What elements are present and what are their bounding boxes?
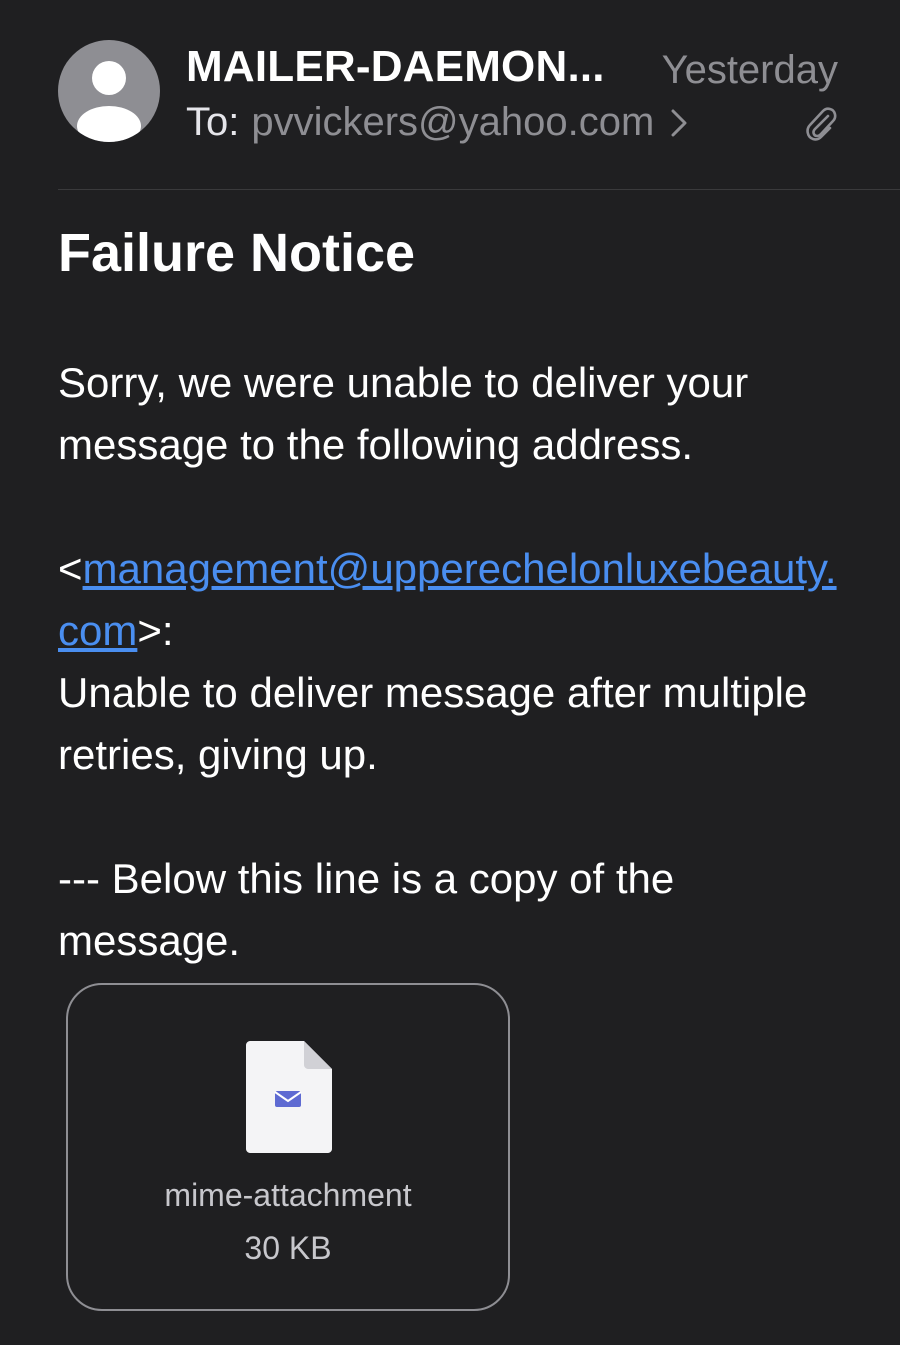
email-file-icon [246, 1041, 332, 1153]
bracket-open: < [58, 545, 83, 592]
to-label: To: [186, 100, 240, 144]
sender-name[interactable]: MAILER-DAEMON... [186, 42, 605, 92]
bracket-close: >: [137, 607, 174, 654]
body-paragraph: Unable to deliver message after multiple… [58, 669, 808, 778]
failed-address-link[interactable]: management@upperechelonluxebeauty.com [58, 545, 837, 654]
failed-address-line: <management@upperechelonluxebeauty.com>: [58, 538, 848, 662]
body-paragraph: Sorry, we were unable to deliver your me… [58, 359, 749, 468]
attachment-size: 30 KB [244, 1230, 332, 1266]
attachment-name: mime-attachment [164, 1177, 412, 1213]
body-paragraph: --- Below this line is a copy of the mes… [58, 855, 675, 964]
paperclip-icon [806, 107, 837, 141]
message-date: Yesterday [661, 48, 838, 92]
header-divider [58, 189, 900, 190]
sender-avatar[interactable] [58, 40, 160, 142]
email-message-view: MAILER-DAEMON... Yesterday To: pvvickers… [0, 0, 900, 1345]
email-body: Sorry, we were unable to deliver your me… [58, 352, 848, 972]
email-subject: Failure Notice [58, 223, 416, 283]
recipient-address[interactable]: pvvickers@yahoo.com [251, 100, 654, 145]
recipient-row[interactable]: To: pvvickers@yahoo.com [186, 100, 688, 145]
person-icon [77, 61, 141, 142]
attachment-card[interactable]: mime-attachment 30 KB [66, 983, 510, 1311]
chevron-right-icon[interactable] [670, 108, 688, 138]
